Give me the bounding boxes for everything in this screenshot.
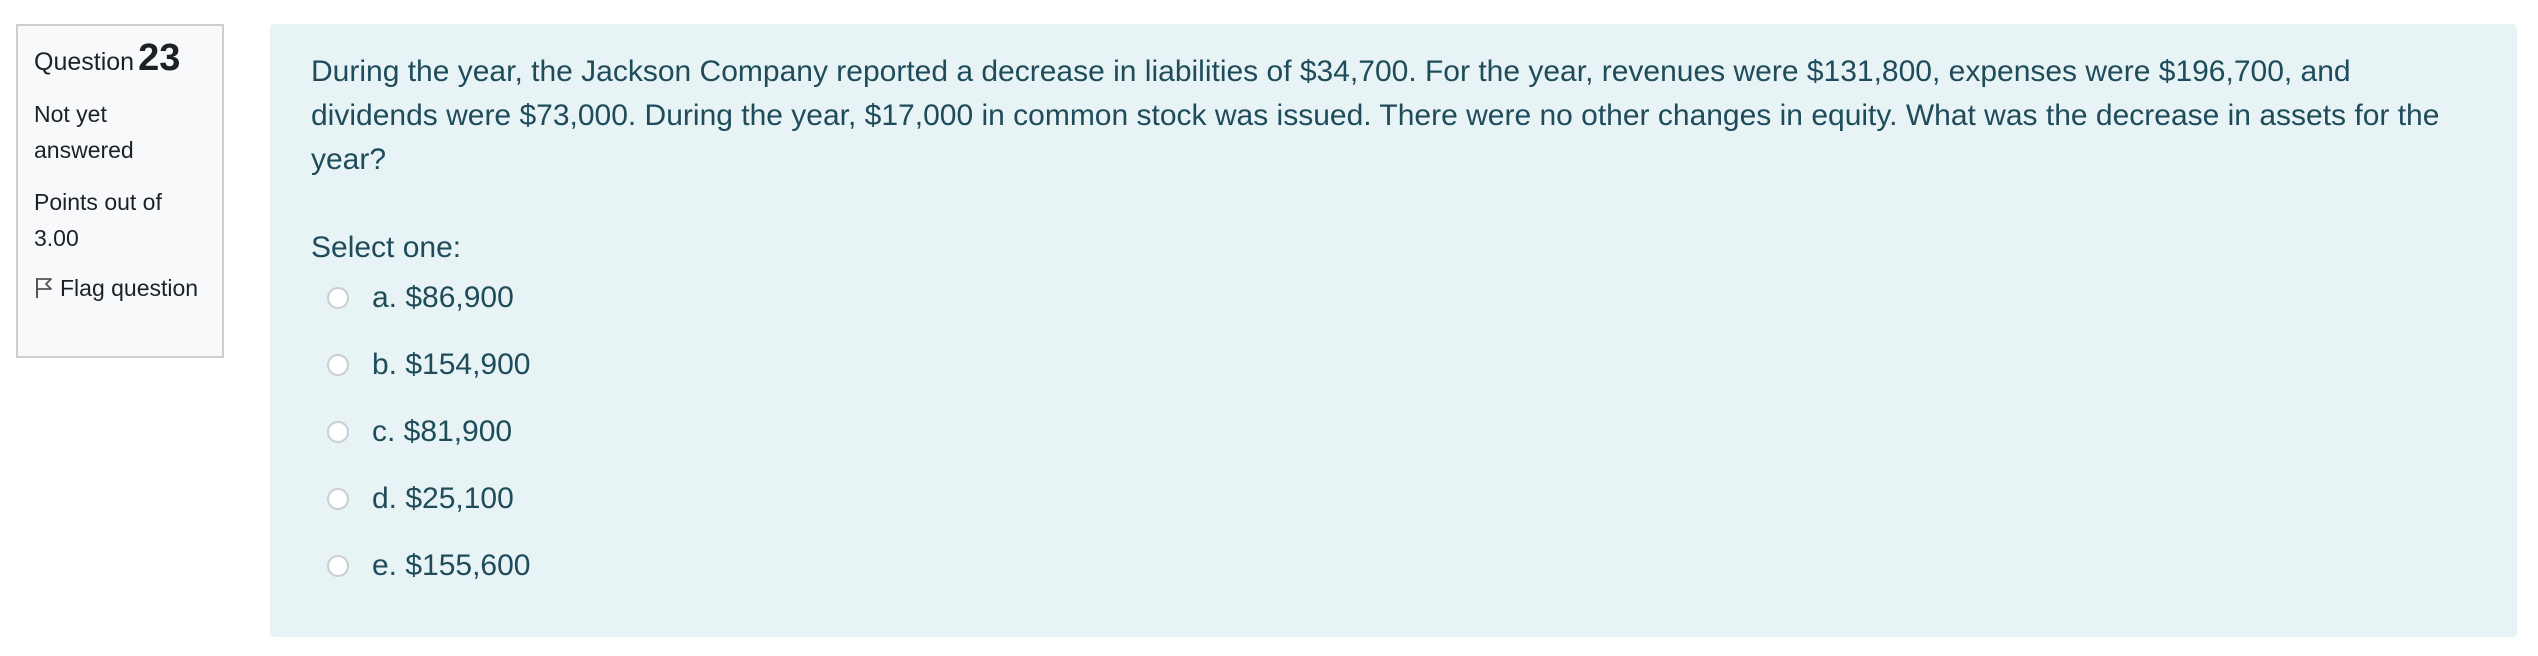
question-number-heading: Question 23	[34, 36, 207, 84]
question-text: During the year, the Jackson Company rep…	[311, 55, 2440, 176]
question-grade: Points out of 3.00	[34, 189, 162, 251]
answer-option-d[interactable]: d. $25,100	[327, 477, 2477, 521]
quiz-page: Question 23 Not yet answered Points out o…	[0, 0, 2538, 656]
answer-label-c[interactable]: c. $81,900	[372, 415, 512, 449]
answer-option-c[interactable]: c. $81,900	[327, 410, 2477, 454]
radio-button-c[interactable]	[327, 421, 349, 443]
answer-option-e[interactable]: e. $155,600	[327, 544, 2477, 588]
answer-label-a[interactable]: a. $86,900	[372, 281, 514, 315]
answer-label-d[interactable]: d. $25,100	[372, 482, 514, 516]
select-one-prompt: Select one:	[311, 231, 462, 264]
answer-options: a. $86,900 b. $154,900 c. $81,900 d. $25…	[327, 276, 2477, 588]
flag-question-label: Flag question	[60, 275, 199, 301]
question-number: 23	[138, 37, 181, 79]
answer-option-b[interactable]: b. $154,900	[327, 343, 2477, 387]
flag-icon	[36, 278, 52, 298]
question-prefix: Question	[34, 48, 135, 76]
answer-option-a[interactable]: a. $86,900	[327, 276, 2477, 320]
radio-button-e[interactable]	[327, 555, 349, 577]
radio-button-b[interactable]	[327, 354, 349, 376]
radio-button-d[interactable]	[327, 488, 349, 510]
answer-label-b[interactable]: b. $154,900	[372, 348, 530, 382]
radio-button-a[interactable]	[327, 287, 349, 309]
flag-question-link[interactable]: Flag question	[34, 270, 207, 306]
question-content: During the year, the Jackson Company rep…	[270, 24, 2517, 637]
question-info-panel: Question 23 Not yet answered Points out o…	[16, 24, 224, 358]
question-state: Not yet answered	[34, 101, 134, 163]
answer-label-e[interactable]: e. $155,600	[372, 549, 530, 583]
